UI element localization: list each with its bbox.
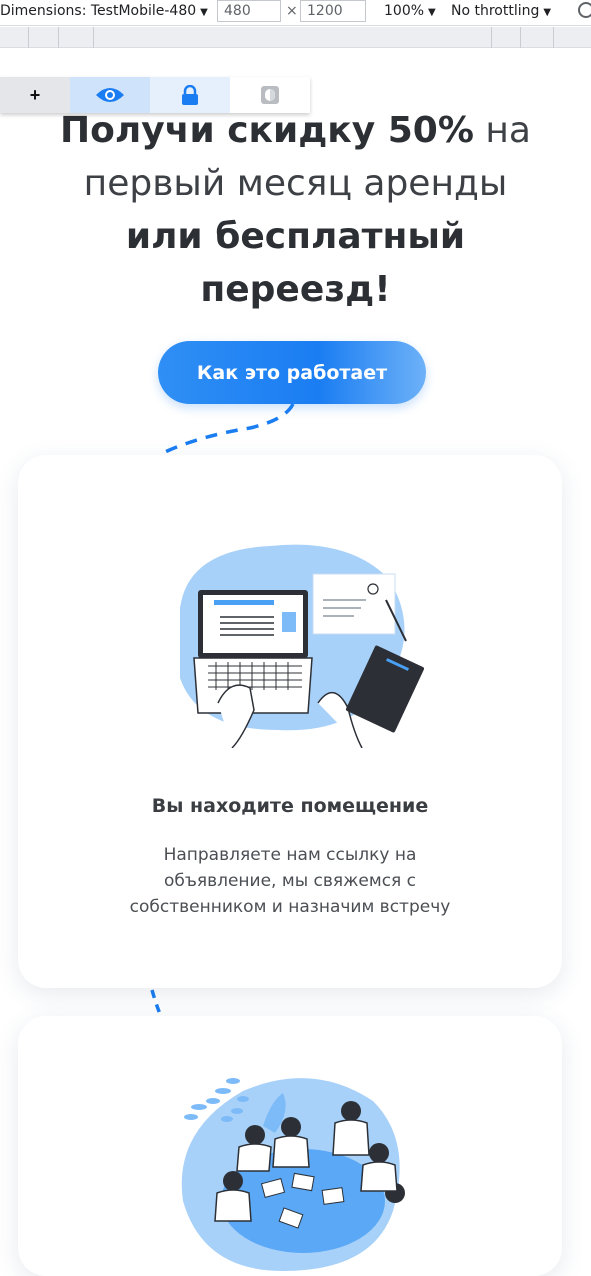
width-input[interactable]: 480 bbox=[217, 0, 281, 22]
eye-button[interactable] bbox=[70, 77, 150, 113]
headline-line-4: переезд! bbox=[200, 269, 391, 310]
laptop-illustration bbox=[180, 544, 424, 748]
dropdown-arrow-icon: ▼ bbox=[428, 7, 436, 18]
dimensions-label: Dimensions: TestMobile-480 bbox=[0, 3, 197, 19]
hero-headline: Получи скидку 50% на первый месяц аренды… bbox=[0, 104, 591, 316]
dropdown-arrow-icon: ▼ bbox=[200, 7, 208, 18]
headline-light-part: на bbox=[473, 110, 531, 151]
step-title: Вы находите помещение bbox=[151, 795, 429, 817]
headline-bold-part: Получи скидку 50% bbox=[60, 110, 474, 151]
contrast-icon bbox=[261, 86, 279, 104]
eye-icon bbox=[96, 88, 124, 102]
headline-line-3: или бесплатный bbox=[125, 216, 466, 257]
lock-icon bbox=[182, 85, 198, 105]
height-input[interactable]: 1200 bbox=[300, 0, 366, 22]
step-card-2 bbox=[18, 1016, 562, 1276]
rotate-icon[interactable] bbox=[578, 2, 591, 18]
media-query-ruler bbox=[0, 27, 591, 48]
zoom-select[interactable]: 100% ▼ bbox=[384, 3, 436, 19]
meeting-illustration bbox=[181, 1078, 405, 1271]
lock-button[interactable] bbox=[150, 77, 230, 113]
zoom-label: 100% bbox=[384, 3, 425, 19]
step-description: Направляете нам ссылку на объявление, мы… bbox=[129, 845, 451, 917]
times-sign: × bbox=[286, 3, 298, 19]
devtools-device-toolbar: Dimensions: TestMobile-480 ▼ 480 × 1200 1… bbox=[0, 0, 591, 26]
throttle-label: No throttling bbox=[451, 3, 540, 19]
how-it-works-button[interactable]: Как это работает bbox=[158, 341, 426, 404]
headline-line-2: первый месяц аренды bbox=[83, 163, 508, 204]
throttle-select[interactable]: No throttling ▼ bbox=[451, 3, 551, 19]
step-card: Вы находите помещение Направляете нам сс… bbox=[18, 455, 562, 988]
accessibility-toolbar: + bbox=[0, 77, 310, 113]
dropdown-arrow-icon: ▼ bbox=[543, 7, 552, 18]
dimensions-select[interactable]: Dimensions: TestMobile-480 ▼ bbox=[0, 3, 208, 19]
contrast-button[interactable] bbox=[230, 77, 310, 113]
add-button[interactable]: + bbox=[0, 77, 70, 113]
